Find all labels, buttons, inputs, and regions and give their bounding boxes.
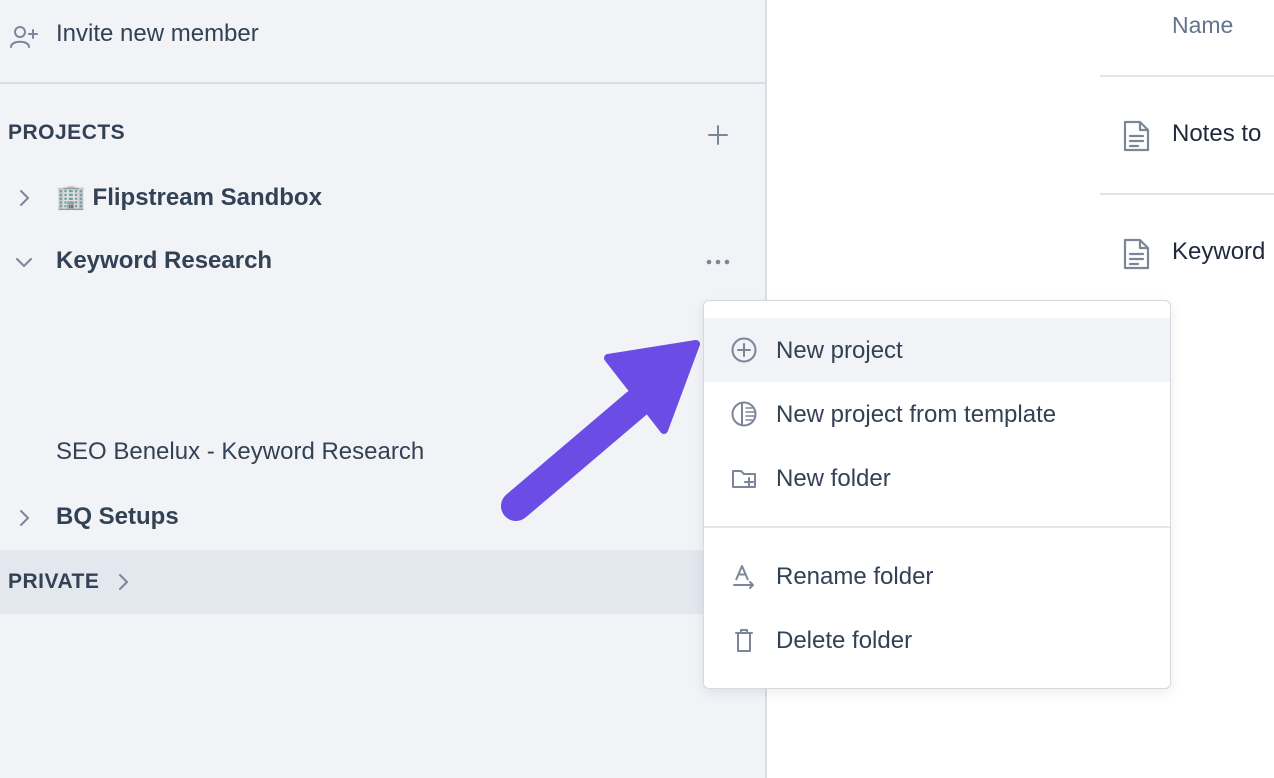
menu-item-label: New project from template <box>776 401 1057 428</box>
add-project-icon[interactable] <box>704 120 732 150</box>
sub-project-seo-benelux[interactable]: SEO Benelux - Keyword Research <box>56 438 424 466</box>
divider <box>1100 75 1274 77</box>
menu-item-label: Delete folder <box>776 627 913 654</box>
plus-circle-icon <box>730 336 758 364</box>
menu-item-rename-folder[interactable]: Rename folder <box>704 544 1170 608</box>
invite-member-label: Invite new member <box>56 20 259 47</box>
column-header-name[interactable]: Name <box>1172 12 1233 39</box>
menu-item-label: Rename folder <box>776 563 934 590</box>
private-header: PRIVATE <box>8 570 100 593</box>
divider <box>1100 193 1274 195</box>
chevron-right-icon <box>114 572 132 592</box>
file-row-label[interactable]: Notes to <box>1172 120 1261 148</box>
rename-icon <box>730 562 758 590</box>
more-options-icon[interactable] <box>703 252 733 272</box>
trash-icon <box>730 626 758 654</box>
document-icon <box>1118 236 1154 272</box>
chevron-right-icon[interactable] <box>14 508 34 528</box>
project-flipstream-sandbox[interactable]: 🏢 Flipstream Sandbox <box>0 172 766 222</box>
menu-item-label: New project <box>776 337 903 364</box>
project-label: BQ Setups <box>56 503 179 530</box>
file-row-label[interactable]: Keyword <box>1172 238 1265 266</box>
project-label: Keyword Research <box>56 247 273 274</box>
chevron-down-icon[interactable] <box>14 252 34 272</box>
project-keyword-research[interactable]: Keyword Research <box>0 236 766 286</box>
document-icon <box>1118 118 1154 154</box>
menu-item-new-project[interactable]: New project <box>704 318 1170 382</box>
menu-item-delete-folder[interactable]: Delete folder <box>704 608 1170 672</box>
menu-item-new-folder[interactable]: New folder <box>704 446 1170 510</box>
template-icon <box>730 400 758 428</box>
projects-header: PROJECTS <box>8 121 126 144</box>
folder-plus-icon <box>730 464 758 492</box>
user-plus-icon <box>9 24 39 50</box>
private-section[interactable]: PRIVATE <box>0 550 766 614</box>
invite-member-button[interactable]: Invite new member <box>0 0 766 84</box>
menu-item-new-project-from-template[interactable]: New project from template <box>704 382 1170 446</box>
pointer-arrow-icon <box>490 330 710 530</box>
project-label: 🏢 Flipstream Sandbox <box>56 184 322 211</box>
menu-item-label: New folder <box>776 465 891 492</box>
folder-context-menu: New project New project from template Ne… <box>703 300 1171 689</box>
menu-divider <box>704 526 1170 528</box>
chevron-right-icon[interactable] <box>14 188 34 208</box>
